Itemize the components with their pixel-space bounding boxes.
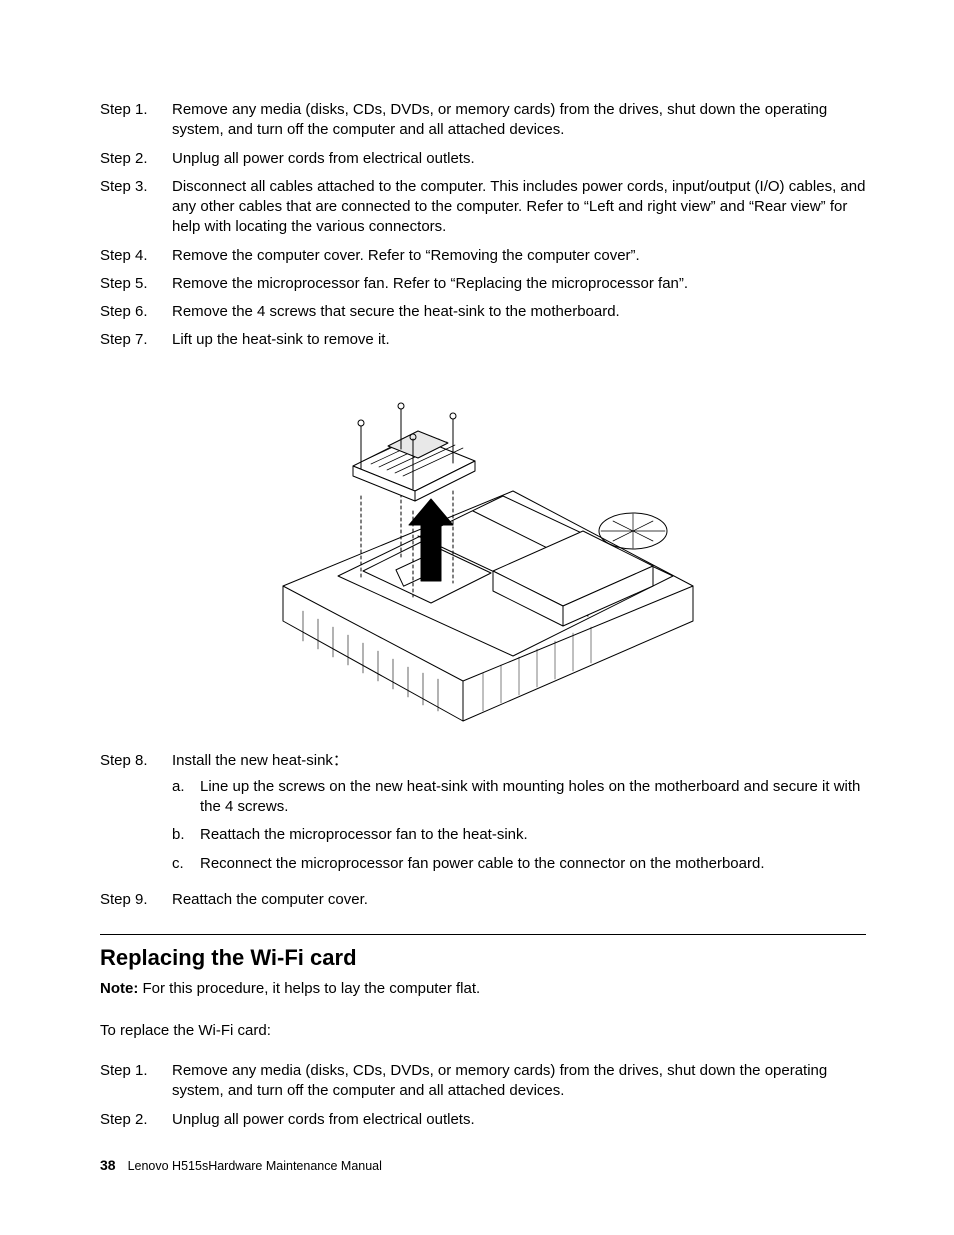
section-step-1: Step 1. Remove any media (disks, CDs, DV… (100, 1061, 866, 1102)
step-text: Disconnect all cables attached to the co… (172, 177, 866, 238)
step-label: Step 2. (100, 149, 172, 169)
sub-text: Line up the screws on the new heat-sink … (200, 777, 866, 818)
step-text: Unplug all power cords from electrical o… (172, 149, 866, 169)
page-container: Step 1. Remove any media (disks, CDs, DV… (0, 0, 954, 1235)
step-text: Remove any media (disks, CDs, DVDs, or m… (172, 100, 866, 141)
section-step-2: Step 2. Unplug all power cords from elec… (100, 1110, 866, 1130)
substep-a: a. Line up the screws on the new heat-si… (172, 777, 866, 818)
substeps: a. Line up the screws on the new heat-si… (172, 777, 866, 874)
step-label: Step 7. (100, 330, 172, 350)
step-label: Step 5. (100, 274, 172, 294)
note-paragraph: Note: For this procedure, it helps to la… (100, 979, 866, 999)
note-text: For this procedure, it helps to lay the … (138, 980, 480, 997)
step-text: Reattach the computer cover. (172, 890, 866, 910)
step-1: Step 1. Remove any media (disks, CDs, DV… (100, 100, 866, 141)
footer-title: Lenovo H515sHardware Maintenance Manual (128, 1159, 382, 1173)
step-label: Step 3. (100, 177, 172, 238)
section-divider (100, 934, 866, 935)
page-footer: 38 Lenovo H515sHardware Maintenance Manua… (100, 1156, 382, 1175)
step-6: Step 6. Remove the 4 screws that secure … (100, 302, 866, 322)
step-text: Install the new heat-sink： a. Line up th… (172, 751, 866, 882)
step-text: Remove the 4 screws that secure the heat… (172, 302, 866, 322)
step-label: Step 8. (100, 751, 172, 882)
step-2: Step 2. Unplug all power cords from elec… (100, 149, 866, 169)
footer-page-number: 38 (100, 1157, 116, 1173)
step-text-span: Install the new heat-sink： (172, 752, 348, 769)
section-title: Replacing the Wi-Fi card (100, 943, 866, 973)
substep-b: b. Reattach the microprocessor fan to th… (172, 825, 866, 845)
steps-list-lower: Step 8. Install the new heat-sink： a. Li… (100, 751, 866, 911)
steps-list-upper: Step 1. Remove any media (disks, CDs, DV… (100, 100, 866, 351)
step-text: Unplug all power cords from electrical o… (172, 1110, 866, 1130)
step-label: Step 1. (100, 100, 172, 141)
step-text: Remove the microprocessor fan. Refer to … (172, 274, 866, 294)
step-5: Step 5. Remove the microprocessor fan. R… (100, 274, 866, 294)
step-7: Step 7. Lift up the heat-sink to remove … (100, 330, 866, 350)
substep-c: c. Reconnect the microprocessor fan powe… (172, 854, 866, 874)
step-label: Step 2. (100, 1110, 172, 1130)
step-8: Step 8. Install the new heat-sink： a. Li… (100, 751, 866, 882)
sub-text: Reattach the microprocessor fan to the h… (200, 825, 866, 845)
step-label: Step 9. (100, 890, 172, 910)
heatsink-computer-diagram (243, 361, 723, 739)
sub-label: c. (172, 854, 200, 874)
step-label: Step 4. (100, 246, 172, 266)
step-label: Step 1. (100, 1061, 172, 1102)
note-label: Note: (100, 980, 138, 997)
step-4: Step 4. Remove the computer cover. Refer… (100, 246, 866, 266)
step-9: Step 9. Reattach the computer cover. (100, 890, 866, 910)
section-steps: Step 1. Remove any media (disks, CDs, DV… (100, 1061, 866, 1130)
sub-text: Reconnect the microprocessor fan power c… (200, 854, 866, 874)
intro-text: To replace the Wi-Fi card: (100, 1021, 866, 1041)
step-text: Remove any media (disks, CDs, DVDs, or m… (172, 1061, 866, 1102)
step-text: Remove the computer cover. Refer to “Rem… (172, 246, 866, 266)
sub-label: b. (172, 825, 200, 845)
step-label: Step 6. (100, 302, 172, 322)
step-3: Step 3. Disconnect all cables attached t… (100, 177, 866, 238)
step-text: Lift up the heat-sink to remove it. (172, 330, 866, 350)
sub-label: a. (172, 777, 200, 818)
